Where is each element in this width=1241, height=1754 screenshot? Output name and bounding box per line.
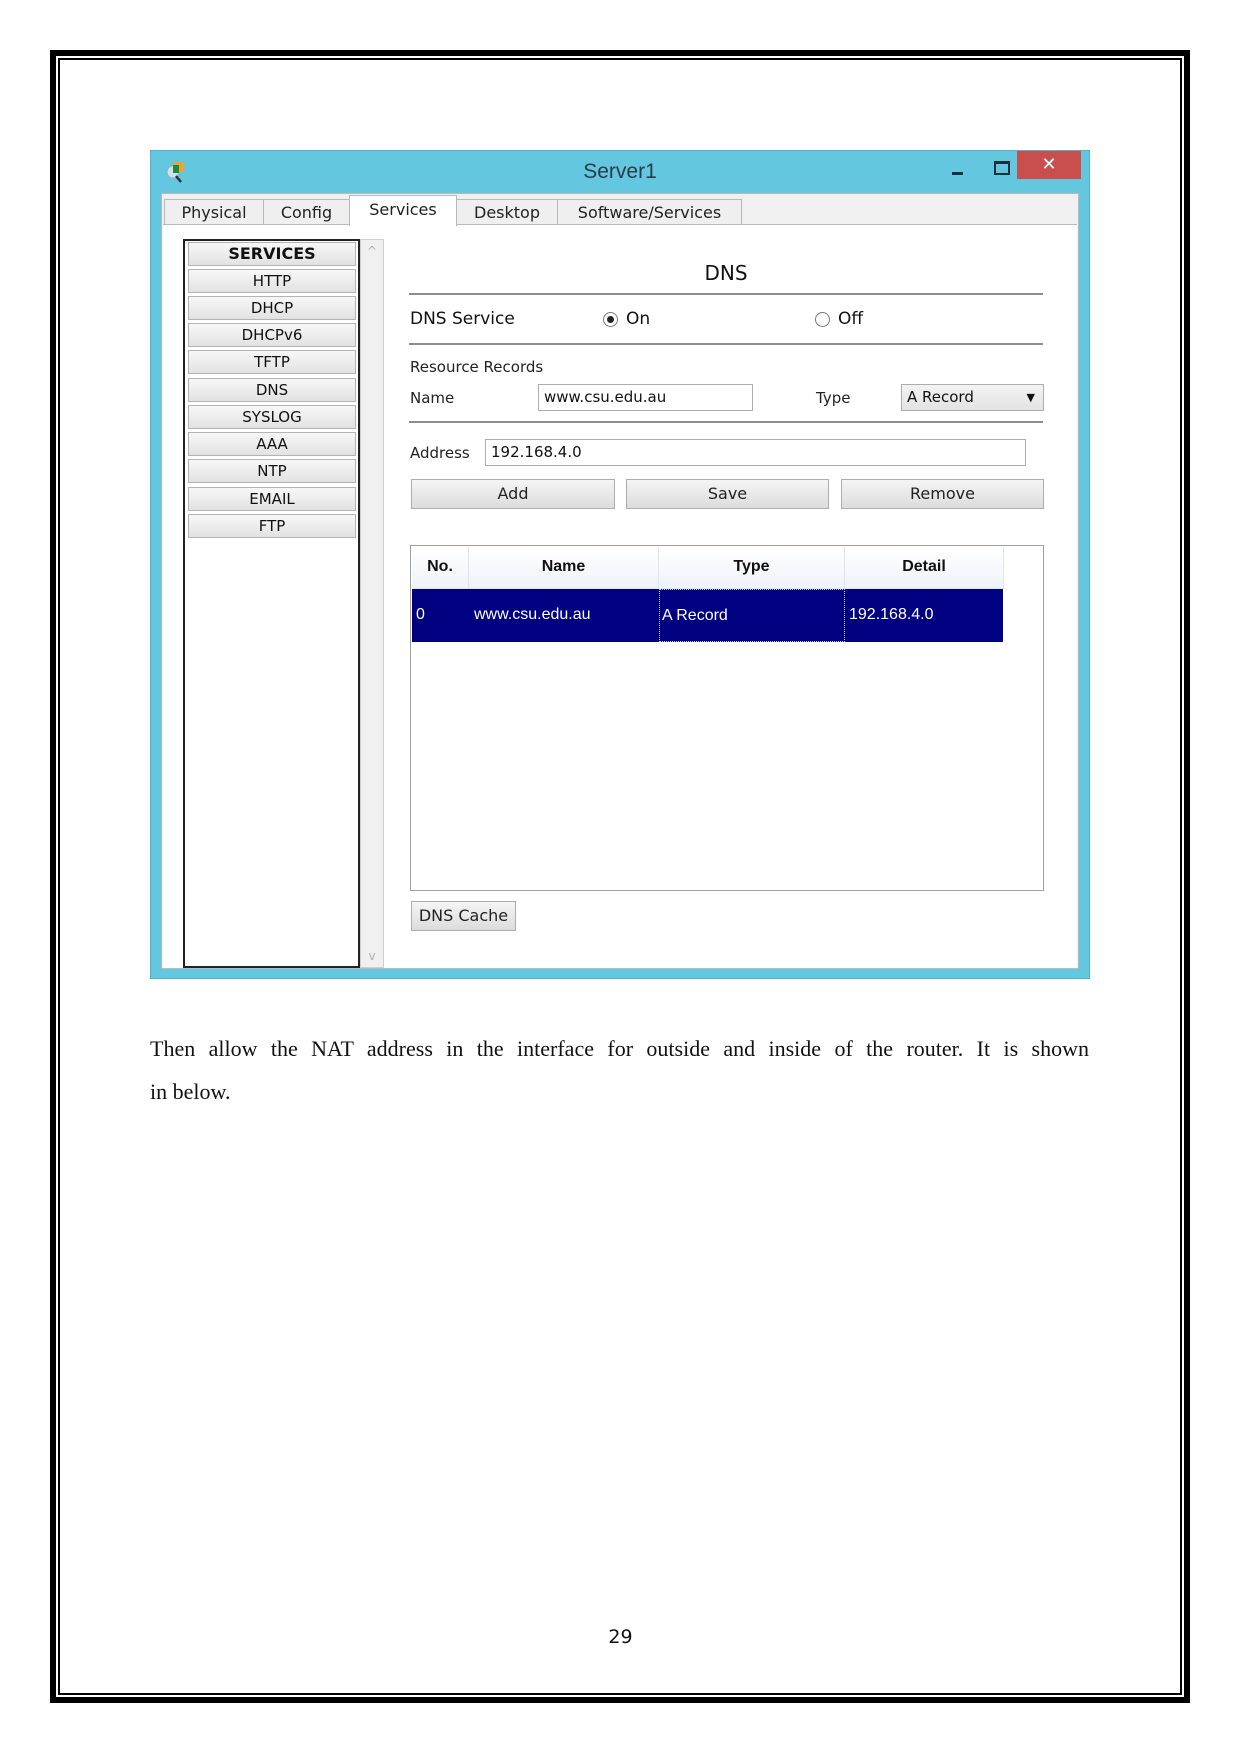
dns-records-table: No. Name Type Detail 0 www.csu.edu.au A …: [410, 545, 1044, 891]
title-bar[interactable]: Server1 ✕: [151, 151, 1089, 193]
body-paragraph-line-1: Then allow the NAT address in the interf…: [150, 1036, 1089, 1061]
dns-title: DNS: [704, 261, 748, 285]
service-item-aaa[interactable]: AAA: [188, 432, 356, 456]
service-item-tftp[interactable]: TFTP: [188, 350, 356, 374]
cell-type: A Record: [659, 589, 845, 642]
column-header-name[interactable]: Name: [469, 547, 659, 589]
divider: [409, 343, 1043, 345]
divider: [409, 293, 1043, 295]
table-row[interactable]: 0 www.csu.edu.au A Record 192.168.4.0: [412, 589, 1003, 642]
service-item-syslog[interactable]: SYSLOG: [188, 405, 356, 429]
column-header-type[interactable]: Type: [659, 547, 845, 589]
server1-window: Server1 ✕ Physical Config Services Deskt…: [150, 150, 1090, 979]
address-input[interactable]: 192.168.4.0: [485, 439, 1026, 466]
service-item-email[interactable]: EMAIL: [188, 487, 356, 511]
type-select[interactable]: A Record ▼: [901, 384, 1044, 411]
column-header-detail[interactable]: Detail: [845, 547, 1004, 589]
dns-cache-button[interactable]: DNS Cache: [411, 901, 516, 931]
divider: [409, 421, 1043, 423]
chevron-down-icon: ▼: [1026, 391, 1035, 404]
column-header-no[interactable]: No.: [412, 547, 469, 589]
maximize-button[interactable]: [983, 155, 1017, 183]
service-item-ntp[interactable]: NTP: [188, 459, 356, 483]
name-label: Name: [410, 389, 455, 407]
save-button[interactable]: Save: [626, 479, 829, 509]
close-button[interactable]: ✕: [1017, 151, 1081, 179]
type-label: Type: [816, 389, 851, 407]
service-item-ftp[interactable]: FTP: [188, 514, 356, 538]
remove-button[interactable]: Remove: [841, 479, 1044, 509]
tab-desktop[interactable]: Desktop: [456, 199, 558, 225]
dns-on-label[interactable]: On: [626, 309, 650, 329]
dns-on-radio[interactable]: [603, 312, 618, 327]
type-select-value: A Record: [907, 388, 974, 406]
name-input[interactable]: www.csu.edu.au: [538, 384, 753, 411]
address-label: Address: [410, 444, 470, 462]
cell-no: 0: [416, 606, 425, 623]
minimize-button[interactable]: [941, 155, 975, 183]
dns-off-radio[interactable]: [815, 312, 830, 327]
tab-services[interactable]: Services: [349, 195, 457, 226]
resource-records-label: Resource Records: [410, 358, 544, 376]
service-item-dhcpv6[interactable]: DHCPv6: [188, 323, 356, 347]
tab-software-services[interactable]: Software/Services: [557, 199, 742, 225]
tab-config[interactable]: Config: [263, 199, 350, 225]
services-header: SERVICES: [188, 242, 356, 266]
cell-detail: 192.168.4.0: [849, 606, 934, 623]
tab-physical[interactable]: Physical: [164, 199, 264, 225]
page-number: 29: [608, 1626, 633, 1648]
window-frame: Physical Config Services Desktop Softwar…: [161, 193, 1079, 969]
service-item-dhcp[interactable]: DHCP: [188, 296, 356, 320]
dns-service-label: DNS Service: [410, 309, 515, 329]
services-panel: SERVICES HTTP DHCP DHCPv6 TFTP DNS SYSLO…: [163, 224, 1077, 968]
services-scrollbar[interactable]: ^ v: [360, 239, 384, 968]
cell-name: www.csu.edu.au: [474, 606, 591, 623]
service-item-http[interactable]: HTTP: [188, 269, 356, 293]
dns-off-label[interactable]: Off: [838, 309, 863, 329]
scroll-down-icon[interactable]: v: [361, 949, 383, 963]
services-list: SERVICES HTTP DHCP DHCPv6 TFTP DNS SYSLO…: [183, 239, 360, 968]
add-button[interactable]: Add: [411, 479, 615, 509]
body-paragraph-line-2: in below.: [150, 1079, 231, 1104]
scroll-up-icon[interactable]: ^: [361, 244, 383, 258]
service-item-dns[interactable]: DNS: [188, 378, 356, 402]
